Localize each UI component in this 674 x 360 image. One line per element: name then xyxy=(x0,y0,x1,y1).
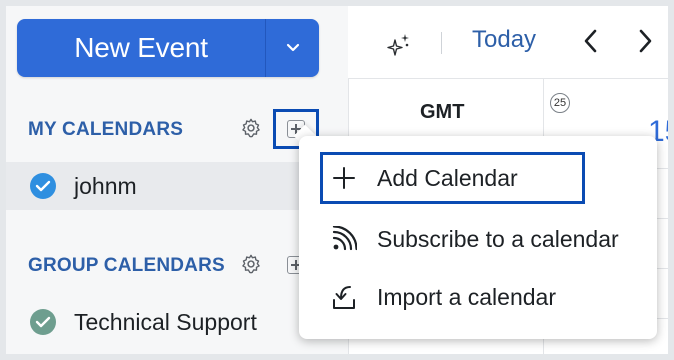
toolbar-divider xyxy=(441,32,442,54)
group-calendars-title: GROUP CALENDARS xyxy=(28,255,225,276)
add-calendar-item-highlight-box xyxy=(320,152,585,204)
chevron-right-icon[interactable] xyxy=(636,28,654,54)
sidebar: New Event MY CALENDARS johnm GROUP CALEN… xyxy=(6,6,349,354)
chevron-left-icon[interactable] xyxy=(582,28,600,54)
timezone-label: GMT xyxy=(420,101,465,123)
menu-item-import-calendar[interactable]: Import a calendar xyxy=(299,270,657,324)
calendar-item-technical-support[interactable]: Technical Support xyxy=(6,298,347,346)
new-event-button[interactable]: New Event xyxy=(17,19,265,77)
day-number-badge[interactable]: 25 xyxy=(550,93,570,113)
import-icon xyxy=(329,282,359,312)
calendar-label: johnm xyxy=(74,172,137,199)
my-calendars-title: MY CALENDARS xyxy=(28,119,184,140)
checkmark-icon[interactable] xyxy=(30,309,56,335)
group-calendars-settings-gear-icon[interactable] xyxy=(240,253,262,275)
sparkle-icon[interactable] xyxy=(386,32,412,58)
calendar-label: Technical Support xyxy=(74,308,257,335)
new-event-button-group: New Event xyxy=(17,19,319,77)
chevron-down-icon xyxy=(286,43,299,52)
menu-item-subscribe-calendar[interactable]: Subscribe to a calendar xyxy=(299,212,657,266)
menu-item-label: Subscribe to a calendar xyxy=(377,225,619,252)
calendar-toolbar: Today xyxy=(348,6,668,78)
menu-item-label: Import a calendar xyxy=(377,283,556,310)
new-event-dropdown-button[interactable] xyxy=(266,19,319,77)
calendar-app: New Event MY CALENDARS johnm GROUP CALEN… xyxy=(6,6,668,354)
my-calendars-settings-gear-icon[interactable] xyxy=(240,117,262,139)
calendar-grid-header: GMT 25 15 xyxy=(348,78,668,354)
checkmark-icon[interactable] xyxy=(30,173,56,199)
calendar-item-johnm[interactable]: johnm xyxy=(6,162,347,210)
add-calendar-menu: Add Calendar Subscribe to a calendar Imp… xyxy=(299,136,657,339)
today-button[interactable]: Today xyxy=(472,26,536,54)
rss-icon xyxy=(329,224,359,254)
